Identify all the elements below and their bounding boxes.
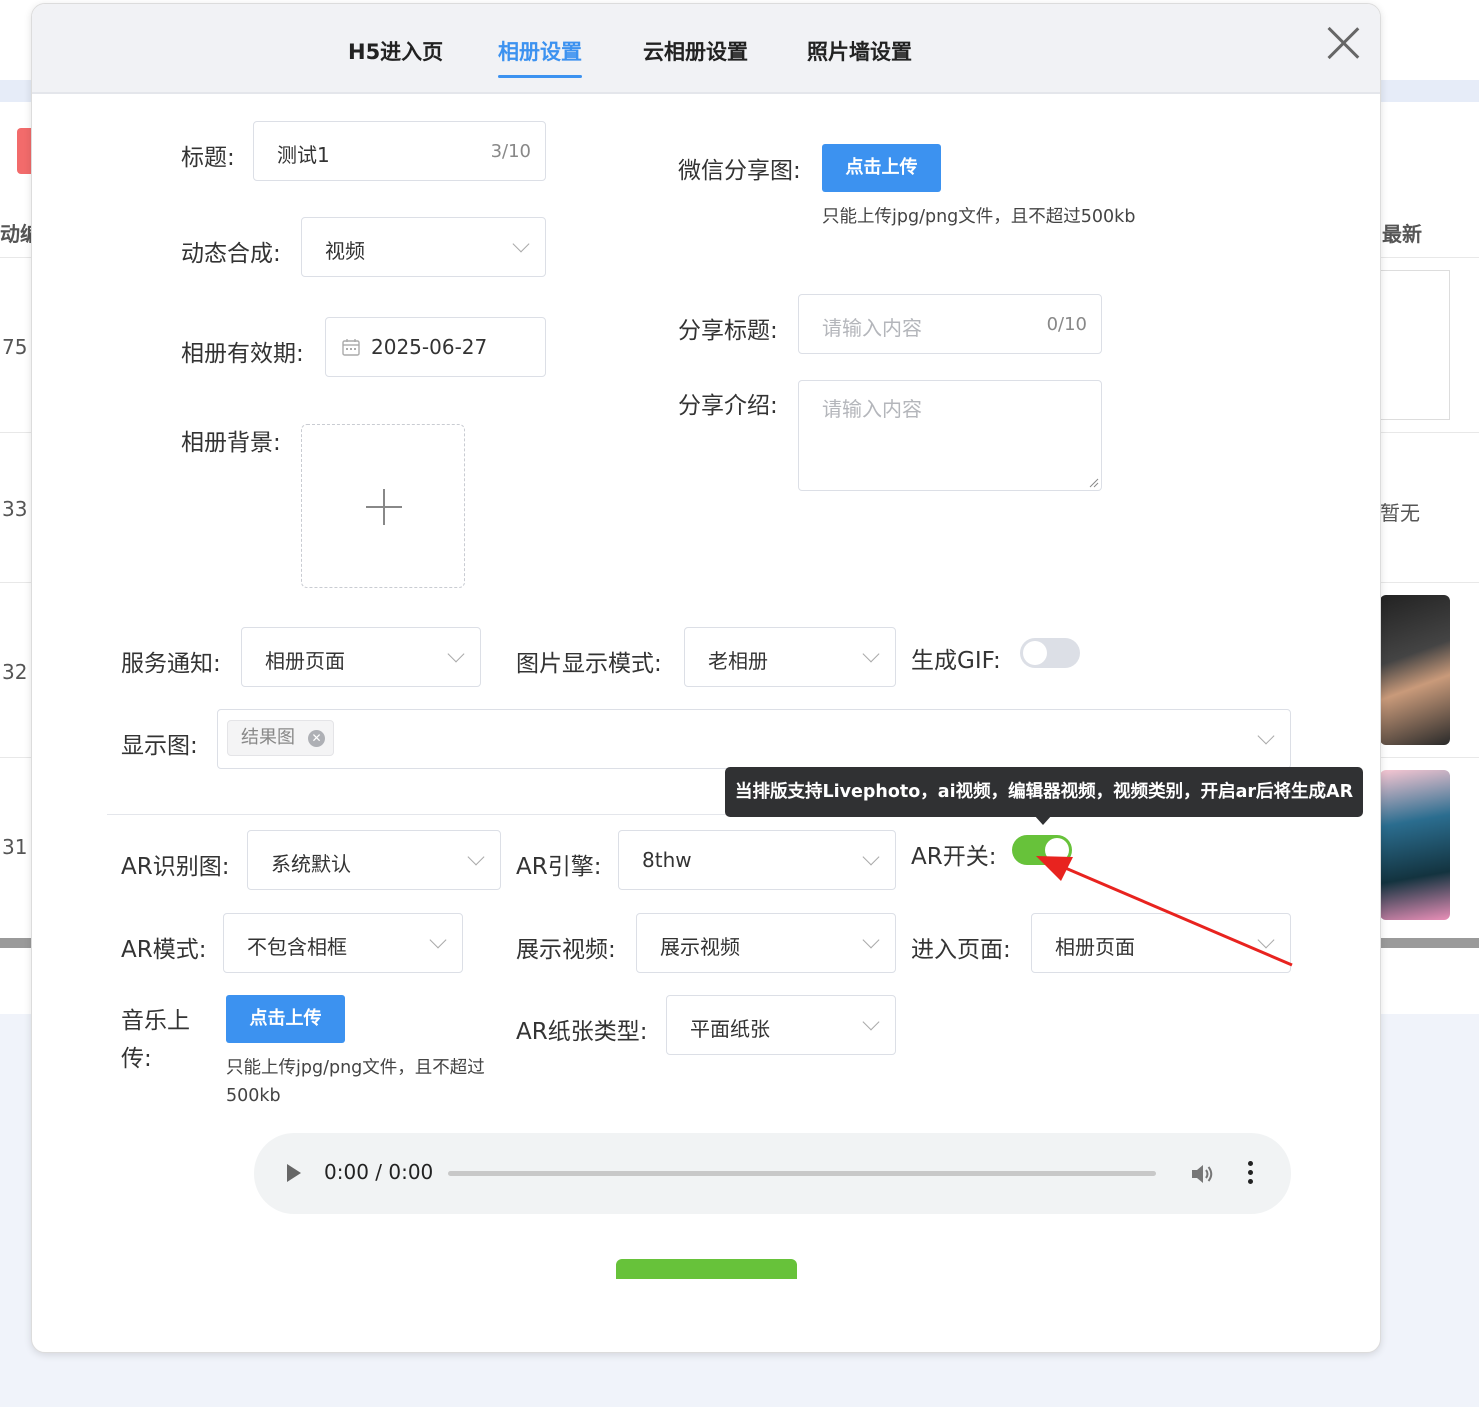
annotation-arrow (1036, 856, 1293, 967)
